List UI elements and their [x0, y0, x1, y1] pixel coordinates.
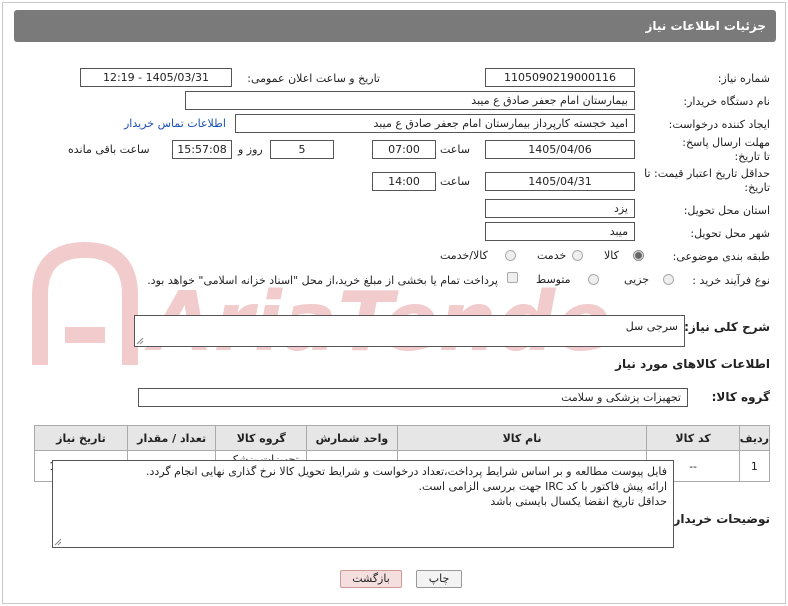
category-label: طبقه بندی موضوعی: [672, 250, 770, 263]
notes-resize-grip-icon[interactable] [54, 538, 62, 546]
category-option-goods: کالا [604, 249, 619, 262]
buyer-notes-line: فایل پیوست مطالعه و بر اساس شرایط پرداخت… [146, 465, 667, 478]
category-option-goods-service: کالا/خدمت [440, 249, 488, 262]
deadline-time-label: ساعت [440, 143, 470, 156]
process-radio-minor[interactable] [663, 274, 674, 285]
buyer-notes-field[interactable]: فایل پیوست مطالعه و بر اساس شرایط پرداخت… [52, 460, 674, 548]
requester-label: ایجاد کننده درخواست: [668, 118, 770, 131]
summary-field[interactable]: سرجی سل [134, 315, 685, 347]
buyer-org-label: نام دستگاه خریدار: [683, 95, 770, 108]
remaining-time-field[interactable]: 15:57:08 [172, 140, 232, 159]
col-header-code: کد کالا [646, 425, 740, 451]
col-header-group: گروه کالا [215, 425, 308, 451]
col-header-row: ردیف [738, 425, 771, 451]
goods-group-label: گروه کالا: [711, 390, 770, 404]
deadline-label: مهلت ارسال پاسخ: تا تاریخ: [682, 136, 770, 163]
buyer-org-field[interactable]: بیمارستان امام جعفر صادق ع میبد [185, 91, 635, 110]
deadline-date-field[interactable]: 1405/04/06 [485, 140, 635, 159]
need-number-field[interactable]: 1105090219000116 [485, 68, 635, 87]
items-table-header-row: ردیف کد کالا نام کالا واحد شمارش گروه کا… [34, 425, 771, 451]
validity-time-label: ساعت [440, 175, 470, 188]
province-label: استان محل تحویل: [683, 204, 770, 217]
cell-row-number: 1 [738, 450, 771, 482]
goods-group-field[interactable]: تجهیزات پزشکی و سلامت [138, 388, 688, 407]
requester-field[interactable]: امید خجسته کارپرداز بیمارستان امام جعفر … [235, 114, 635, 133]
category-radio-service[interactable] [572, 250, 583, 261]
col-header-name: نام کالا [396, 425, 648, 451]
summary-label: شرح کلی نیاز: [684, 320, 770, 334]
buyer-notes-line: ارائه پیش فاکتور با کد IRC جهت بررسی الز… [418, 480, 667, 493]
process-option-minor: جزیی [624, 273, 650, 286]
treasury-payment-checkbox[interactable] [507, 272, 518, 283]
treasury-payment-note: پرداخت تمام یا بخشی از مبلغ خرید،از محل … [147, 274, 498, 287]
city-field[interactable]: میبد [485, 222, 635, 241]
summary-resize-grip-icon[interactable] [136, 337, 144, 345]
process-label: نوع فرآیند خرید : [692, 274, 770, 287]
days-field[interactable]: 5 [270, 140, 334, 159]
category-option-service: خدمت [537, 249, 567, 262]
buyer-contact-link[interactable]: اطلاعات تماس خریدار [124, 117, 226, 130]
validity-time-field[interactable]: 14:00 [372, 172, 436, 191]
announce-label: تاریخ و ساعت اعلان عمومی: [247, 72, 380, 85]
goods-section-title: اطلاعات کالاهای مورد نیاز [615, 357, 770, 371]
back-button[interactable]: بازگشت [340, 570, 402, 588]
process-option-medium: متوسط [536, 273, 571, 286]
print-button[interactable]: چاپ [416, 570, 462, 588]
buyer-notes-label: توضیحات خریدار: [668, 512, 770, 526]
validity-label: حداقل تاریخ اعتبار قیمت: تا تاریخ: [644, 167, 770, 194]
province-field[interactable]: یزد [485, 199, 635, 218]
category-radio-goods-service[interactable] [505, 250, 516, 261]
remaining-time-label: ساعت باقی مانده [68, 143, 150, 156]
col-header-quantity: تعداد / مقدار [126, 425, 217, 451]
city-label: شهر محل تحویل: [690, 227, 770, 240]
days-label: روز و [238, 143, 263, 156]
process-radio-medium[interactable] [588, 274, 599, 285]
col-header-date: تاریخ نیاز [34, 425, 128, 451]
page-header: جزئیات اطلاعات نیاز [14, 10, 776, 42]
category-radio-goods[interactable] [633, 250, 644, 261]
announce-field[interactable]: 1405/03/31 - 12:19 [80, 68, 232, 87]
deadline-time-field[interactable]: 07:00 [372, 140, 436, 159]
validity-date-field[interactable]: 1405/04/31 [485, 172, 635, 191]
col-header-unit: واحد شمارش [306, 425, 398, 451]
need-number-label: شماره نیاز: [717, 72, 770, 85]
buyer-notes-line: حداقل تاریخ انقضا یکسال بایستی باشد [490, 495, 667, 508]
